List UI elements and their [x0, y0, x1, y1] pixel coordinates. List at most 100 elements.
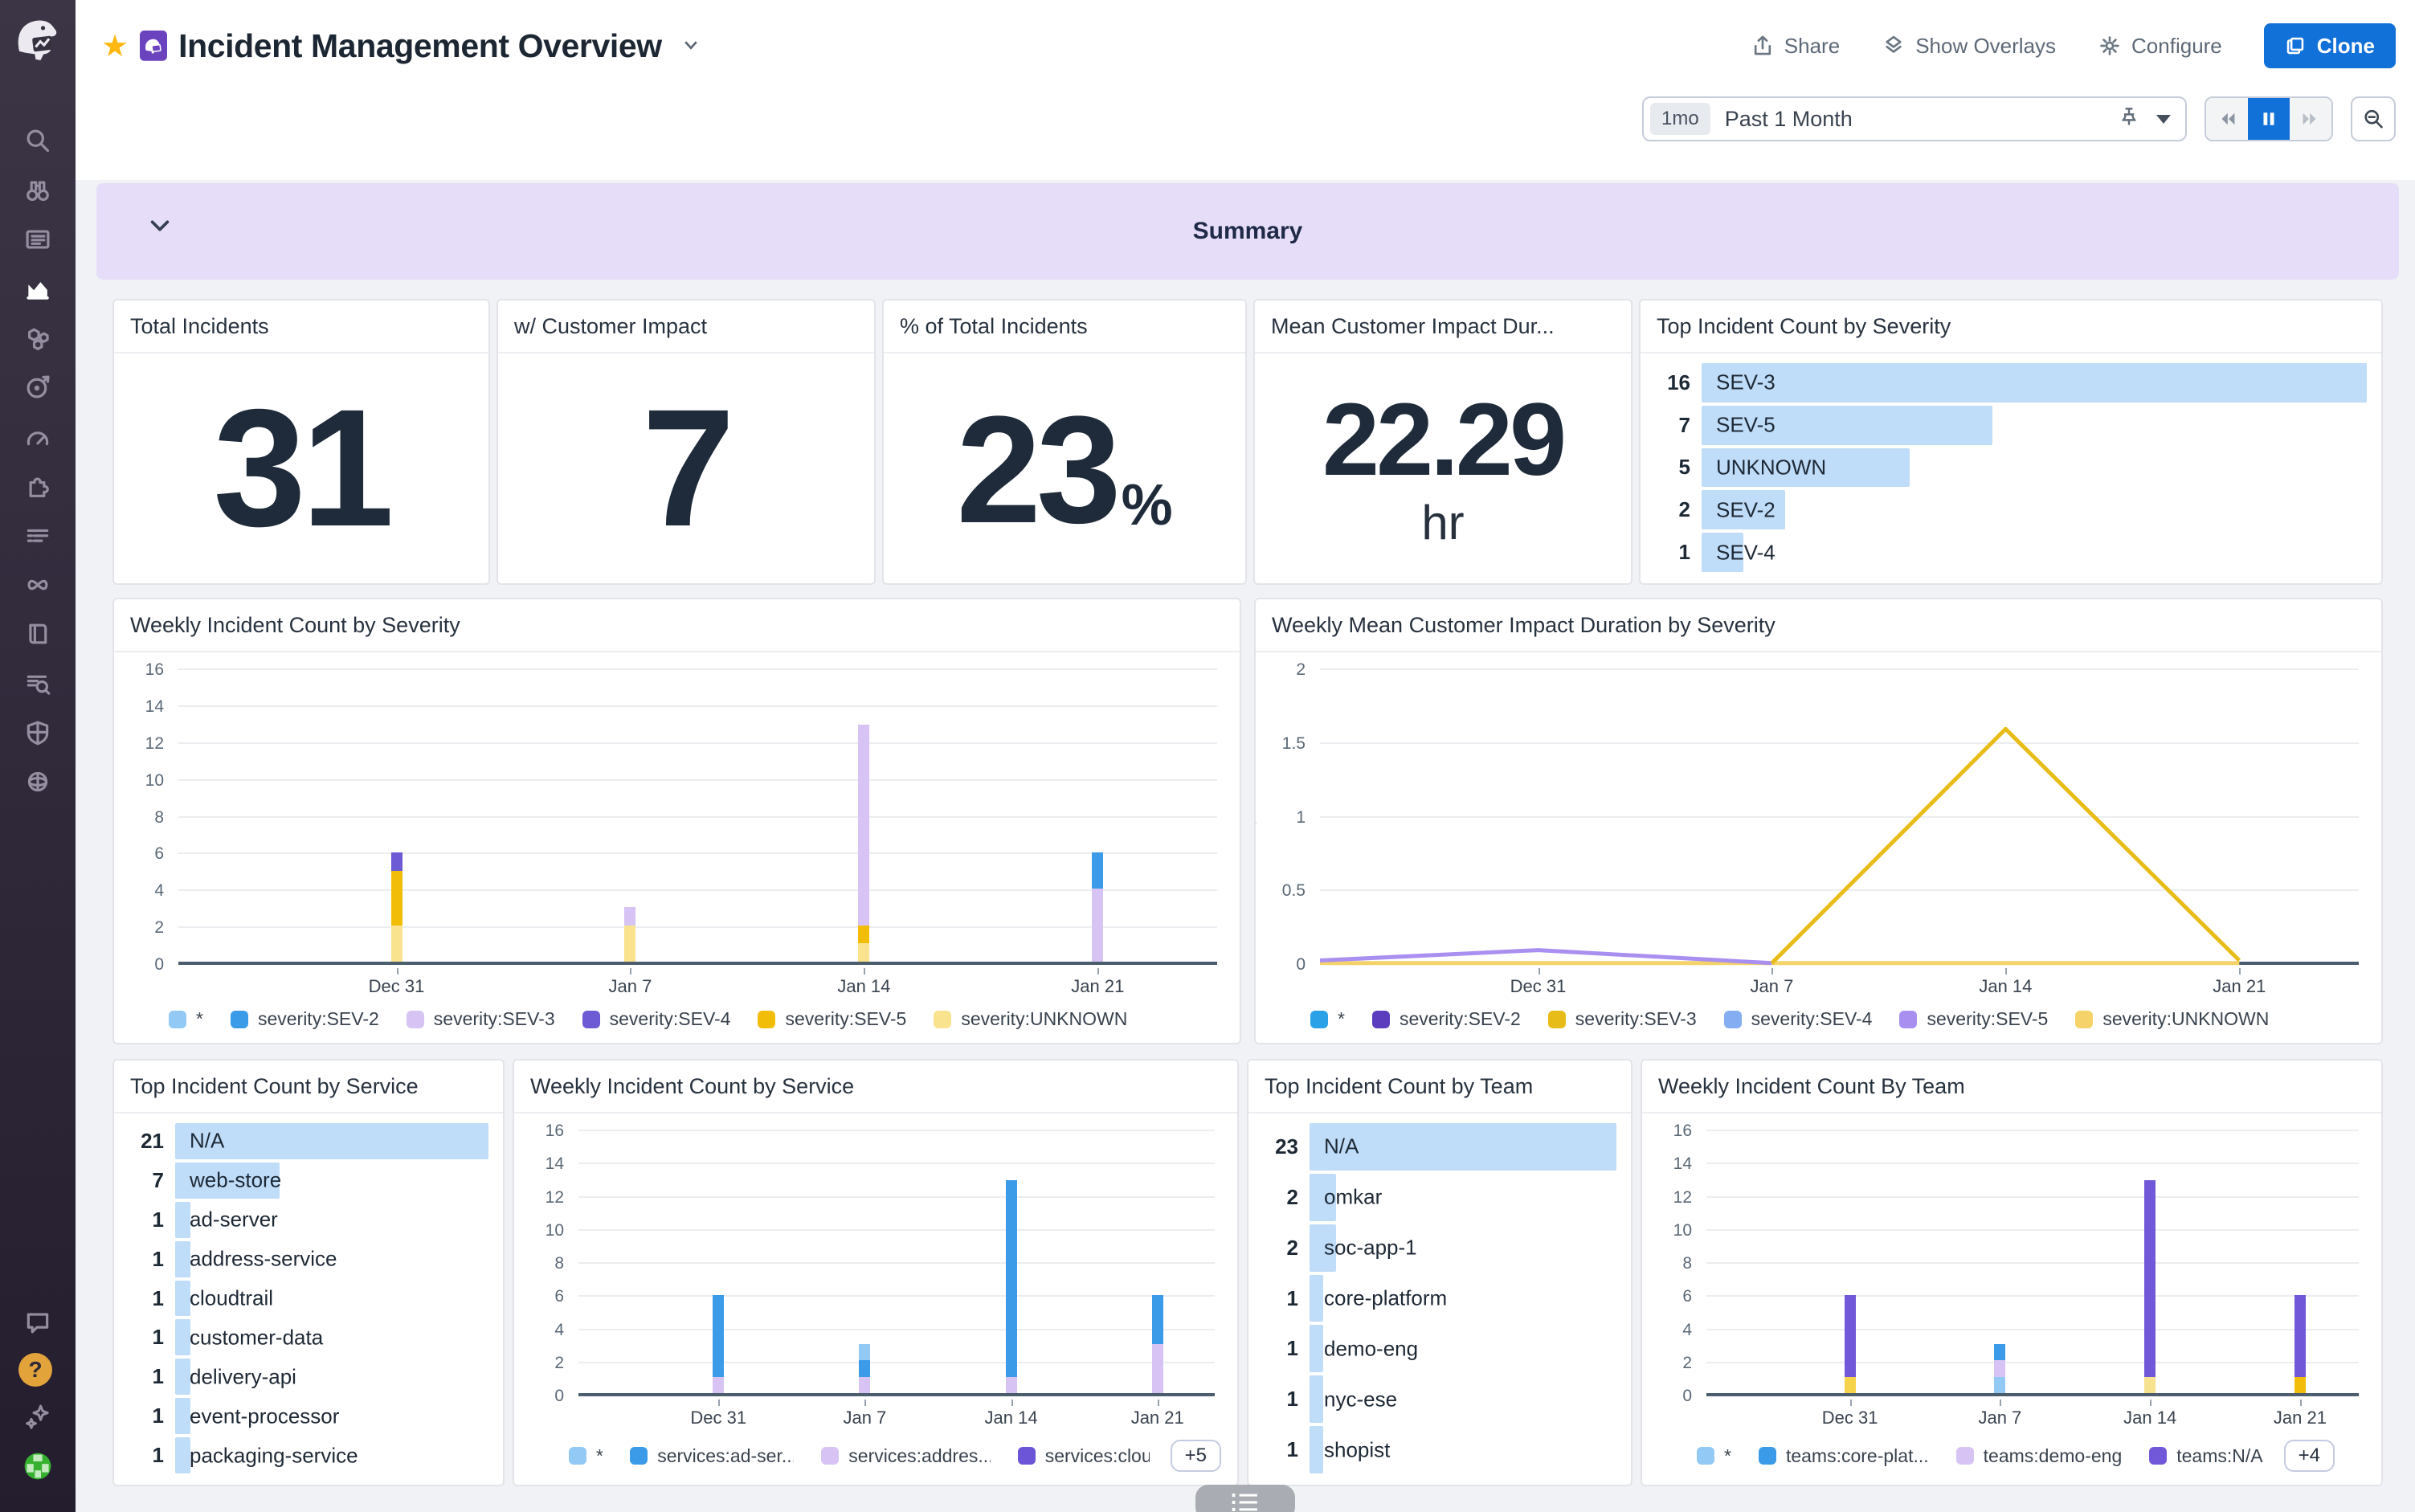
toplist-row[interactable]: 1cloudtrail [124, 1279, 488, 1318]
time-range-picker[interactable]: 1mo Past 1 Month [1642, 96, 2187, 141]
bar-stack[interactable] [1006, 1131, 1017, 1393]
legend-item[interactable]: severity:SEV-3 [1548, 1008, 1697, 1030]
copilot-sparkle-icon[interactable] [18, 1397, 57, 1436]
clone-button[interactable]: Clone [2264, 23, 2396, 68]
legend-item[interactable]: * [1310, 1008, 1345, 1030]
legend-item[interactable]: severity:UNKNOWN [934, 1008, 1127, 1030]
metrics-icon[interactable] [18, 270, 57, 309]
watchdog-icon[interactable] [18, 171, 57, 210]
toplist-bar [1310, 1275, 1323, 1322]
toplist-row[interactable]: 1address-service [124, 1240, 488, 1279]
synthetics-icon[interactable] [18, 566, 57, 604]
bar-stack[interactable] [713, 1131, 724, 1393]
service-gauge-icon[interactable] [18, 418, 57, 456]
legend-label: * [1724, 1445, 1731, 1467]
security-icon[interactable] [18, 713, 57, 752]
legend-item[interactable]: severity:SEV-4 [1724, 1008, 1873, 1030]
legend-item[interactable]: * [1697, 1445, 1731, 1467]
toplist-row[interactable]: 2SEV-2 [1650, 488, 2367, 531]
legend-more-badge[interactable]: +5 [1171, 1440, 1221, 1472]
toplist-row[interactable]: 1customer-data [124, 1318, 488, 1357]
bar-stack[interactable] [1994, 1131, 2005, 1393]
y-axis-tick: 10 [1673, 1221, 1692, 1240]
legend-item[interactable]: * [169, 1008, 203, 1030]
configure-button[interactable]: Configure [2098, 34, 2222, 59]
dashboards-icon[interactable] [18, 220, 57, 259]
notebooks-icon[interactable] [18, 615, 57, 653]
show-overlays-button[interactable]: Show Overlays [1882, 34, 2056, 59]
bar-stack[interactable] [2294, 1131, 2306, 1393]
legend-label: severity:UNKNOWN [961, 1008, 1127, 1030]
legend-item[interactable]: severity:SEV-5 [1899, 1008, 2048, 1030]
toplist-row[interactable]: 2omkar [1258, 1172, 1616, 1223]
legend-item[interactable]: * [569, 1445, 603, 1467]
legend-item[interactable]: services:ad-ser... [630, 1445, 794, 1467]
bar-stack[interactable] [1092, 670, 1103, 962]
x-axis-label: Jan 21 [2213, 976, 2266, 997]
toplist-row[interactable]: 7SEV-5 [1650, 404, 2367, 447]
toplist-row[interactable]: 1ad-server [124, 1200, 488, 1240]
bar-stack[interactable] [624, 670, 635, 962]
legend-item[interactable]: teams:N/A [2149, 1445, 2262, 1467]
bar-stack[interactable] [859, 1131, 870, 1393]
share-button[interactable]: Share [1751, 34, 1840, 59]
legend-item[interactable]: teams:demo-eng [1956, 1445, 2123, 1467]
toplist-row[interactable]: 1event-processor [124, 1396, 488, 1436]
legend-item[interactable]: services:addres... [821, 1445, 990, 1467]
grid-line [178, 852, 1217, 854]
toplist-row[interactable]: 23N/A [1258, 1122, 1616, 1172]
bar-stack[interactable] [858, 670, 869, 962]
toplist-row[interactable]: 1demo-eng [1258, 1323, 1616, 1374]
logs-icon[interactable] [18, 517, 57, 555]
legend-item[interactable]: severity:SEV-4 [582, 1008, 731, 1030]
search-icon[interactable] [18, 121, 57, 160]
legend-item[interactable]: severity:SEV-2 [231, 1008, 379, 1030]
summary-group-header[interactable]: Summary [96, 183, 2399, 280]
legend-item[interactable]: severity:SEV-3 [407, 1008, 555, 1030]
rewind-button[interactable] [2206, 98, 2248, 140]
toplist-row[interactable]: 2soc-app-1 [1258, 1223, 1616, 1273]
help-icon[interactable]: ? [18, 1353, 52, 1387]
widget-list-tab[interactable] [1195, 1485, 1295, 1512]
datadog-logo-icon[interactable] [10, 11, 65, 66]
bar-stack[interactable] [1845, 1131, 1856, 1393]
chat-icon[interactable] [18, 1303, 57, 1342]
y-axis-tick: 8 [1682, 1254, 1692, 1273]
pin-icon[interactable] [2118, 104, 2140, 134]
toplist-row[interactable]: 5UNKNOWN [1650, 447, 2367, 489]
bar-stack[interactable] [1152, 1131, 1163, 1393]
time-dropdown-caret-icon[interactable] [2156, 115, 2171, 124]
toplist-row[interactable]: 1core-platform [1258, 1273, 1616, 1324]
title-dropdown-chevron-icon[interactable] [681, 31, 701, 61]
line-series-severity:SEV-3[interactable] [1771, 729, 2239, 962]
fast-forward-button[interactable] [2290, 98, 2331, 140]
toplist-row[interactable]: 1packaging-service [124, 1436, 488, 1475]
legend-item[interactable]: severity:UNKNOWN [2075, 1008, 2269, 1030]
toplist-row[interactable]: 21N/A [124, 1122, 488, 1161]
integrations-icon[interactable] [18, 467, 57, 505]
toplist-row[interactable]: 1SEV-4 [1650, 531, 2367, 574]
network-icon[interactable] [18, 762, 57, 801]
legend-item[interactable]: severity:SEV-5 [758, 1008, 906, 1030]
legend-item[interactable]: severity:SEV-2 [1372, 1008, 1521, 1030]
bar-stack[interactable] [2144, 1131, 2156, 1393]
toplist-row[interactable]: 16SEV-3 [1650, 362, 2367, 404]
infrastructure-icon[interactable] [18, 319, 57, 358]
toplist-value: 7 [124, 1161, 175, 1200]
collapse-chevron-icon[interactable] [148, 214, 172, 244]
toplist-row[interactable]: 1shopist [1258, 1424, 1616, 1475]
legend-more-badge[interactable]: +4 [2284, 1440, 2335, 1472]
toplist-row[interactable]: 1delivery-api [124, 1357, 488, 1396]
pause-button[interactable] [2248, 98, 2290, 140]
legend-item[interactable]: teams:core-plat... [1759, 1445, 1929, 1467]
toplist-row[interactable]: 1nyc-ese [1258, 1374, 1616, 1424]
toplist-row[interactable]: 7web-store [124, 1161, 488, 1200]
zoom-out-button[interactable] [2351, 96, 2396, 141]
y-axis-tick: 16 [1673, 1122, 1692, 1141]
log-search-icon[interactable] [18, 664, 57, 703]
avatar-icon[interactable] [18, 1447, 57, 1485]
apm-icon[interactable] [18, 368, 57, 407]
favorite-star-icon[interactable]: ★ [101, 28, 129, 64]
legend-item[interactable]: services:clou [1018, 1445, 1150, 1467]
bar-stack[interactable] [391, 670, 402, 962]
